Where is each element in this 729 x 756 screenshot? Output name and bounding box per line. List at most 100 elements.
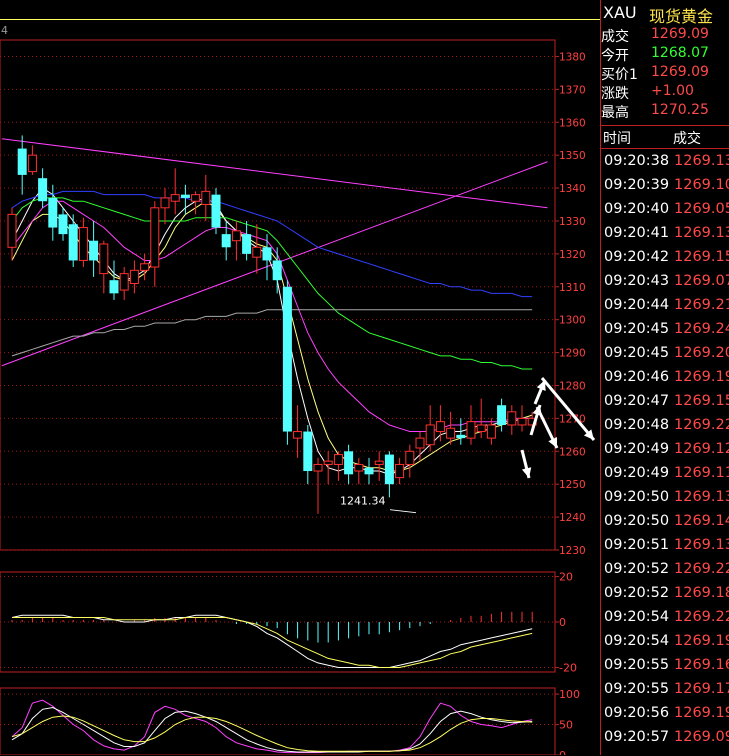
candle-body <box>364 467 374 475</box>
quote-row: 涨跌 +1.00 <box>601 83 729 102</box>
tick-price: 1269.17 <box>674 681 729 697</box>
tick-time: 09:20:49 <box>604 465 670 481</box>
y-tick-label: 20 <box>559 571 573 584</box>
quote-row: 今开 1268.07 <box>601 45 729 64</box>
tick-row: 09:20:47 1269.15 <box>604 393 729 417</box>
candle-body <box>323 460 333 465</box>
candle-body <box>425 424 435 446</box>
quote-value: 1269.09 <box>651 64 709 80</box>
tick-price: 1269.14 <box>674 513 729 529</box>
candle-body <box>119 273 129 291</box>
tick-price: 1269.22 <box>674 417 729 433</box>
candle-body <box>435 421 445 433</box>
tick-price: 1269.16 <box>674 657 729 673</box>
tick-row: 09:20:44 1269.21 <box>604 297 729 321</box>
kdj-line <box>11 715 533 752</box>
tick-row: 09:20:48 1269.22 <box>604 417 729 441</box>
y-tick-label: 100 <box>559 688 580 701</box>
candle-body <box>170 194 180 202</box>
tick-price: 1269.18 <box>674 585 729 601</box>
main-price-panel: 1230124012501260127012801290130013101320… <box>0 39 586 557</box>
kdj-line <box>11 699 533 754</box>
candle-body <box>333 454 343 465</box>
tick-price: 1269.19 <box>674 369 729 385</box>
tick-list[interactable]: 09:20:38 1269.13 09:20:39 1269.10 09:20:40 12… <box>601 148 729 756</box>
quote-value: 1269.09 <box>651 26 709 42</box>
tick-time: 09:20:45 <box>604 321 670 337</box>
tick-row: 09:20:54 1269.22 <box>604 609 729 633</box>
ticks-header: 时间 成交 <box>601 125 729 148</box>
tick-time: 09:20:52 <box>604 585 670 601</box>
y-tick-label: 1230 <box>559 545 586 557</box>
tick-row: 09:20:42 1269.15 <box>604 249 729 273</box>
candle-body <box>78 227 88 261</box>
tick-row: 09:20:55 1269.17 <box>604 681 729 705</box>
tick-time: 09:20:47 <box>604 393 670 409</box>
tick-time: 09:20:40 <box>604 201 670 217</box>
y-tick-label: 1290 <box>559 348 586 360</box>
candle-body <box>374 460 384 465</box>
candle-body <box>354 463 364 472</box>
tick-row: 09:20:54 1269.19 <box>604 633 729 657</box>
tick-price: 1269.22 <box>674 609 729 625</box>
quote-label: 成交 <box>601 29 629 45</box>
tick-row: 09:20:52 1269.22 <box>604 561 729 585</box>
macd-line <box>11 614 533 668</box>
candle-body <box>109 280 119 294</box>
tick-time: 09:20:45 <box>604 345 670 361</box>
tick-time: 09:20:38 <box>604 153 670 169</box>
candle-body <box>405 450 415 465</box>
panel-frame <box>0 39 556 551</box>
tick-price: 1269.12 <box>674 441 729 457</box>
tick-row: 09:20:39 1269.10 <box>604 177 729 201</box>
candle-body <box>160 197 170 209</box>
candle-body <box>150 207 160 268</box>
candle-body <box>456 434 466 439</box>
candle-body <box>344 451 354 475</box>
quote-label: 买价1 <box>601 67 638 83</box>
quote-sidebar: XAU 现货黄金 成交 1269.09 今开 1268.07 买价1 1269.09 涨跌 +… <box>600 0 729 755</box>
y-tick-label: 1340 <box>559 183 586 195</box>
tick-time: 09:20:39 <box>604 177 670 193</box>
low-price-label: 1241.34 <box>340 495 386 508</box>
tick-price: 1269.09 <box>674 729 729 745</box>
candle-body <box>38 178 48 202</box>
y-tick-label: 1280 <box>559 380 586 392</box>
kline-chart-area[interactable]: 4 12301240125012601270128012901300131013… <box>0 0 600 755</box>
candle-body <box>293 431 303 439</box>
y-tick-label: 0 <box>559 616 566 629</box>
tick-row: 09:20:49 1269.12 <box>604 441 729 465</box>
tick-price: 1269.13 <box>674 489 729 505</box>
tick-time: 09:20:52 <box>604 561 670 577</box>
tick-time: 09:20:56 <box>604 705 670 721</box>
quote-row: 成交 1269.09 <box>601 26 729 45</box>
macd-line <box>12 617 533 668</box>
tick-time: 09:20:54 <box>604 609 670 625</box>
tick-row: 09:20:41 1269.13 <box>604 225 729 249</box>
candle-body <box>272 260 282 281</box>
y-tick-label: 0 <box>559 749 566 755</box>
y-tick-label: 1350 <box>559 150 586 162</box>
tick-price: 1269.05 <box>674 201 729 217</box>
tick-time: 09:20:42 <box>604 249 670 265</box>
candle-body <box>446 427 456 439</box>
tick-row: 09:20:51 1269.13 <box>604 537 729 561</box>
candle-body <box>486 424 496 439</box>
tick-row: 09:20:56 1269.19 <box>604 705 729 729</box>
tick-time: 09:20:49 <box>604 441 670 457</box>
symbol-name: 现货黄金 <box>649 7 714 26</box>
quote-row: 最高 1270.25 <box>601 102 729 121</box>
candle-body <box>180 194 190 198</box>
tick-row: 09:20:49 1269.11 <box>604 465 729 489</box>
tick-time: 09:20:50 <box>604 513 670 529</box>
tick-time: 09:20:57 <box>604 729 670 745</box>
y-tick-label: 50 <box>559 719 573 732</box>
candle-body <box>140 263 150 271</box>
candle-body <box>497 405 507 425</box>
tick-row: 09:20:40 1269.05 <box>604 201 729 225</box>
symbol-header: XAU 现货黄金 <box>601 3 729 26</box>
candle-body <box>17 148 27 175</box>
candle-body <box>99 243 109 275</box>
tick-row: 09:20:46 1269.19 <box>604 369 729 393</box>
tick-price: 1269.24 <box>674 321 729 337</box>
